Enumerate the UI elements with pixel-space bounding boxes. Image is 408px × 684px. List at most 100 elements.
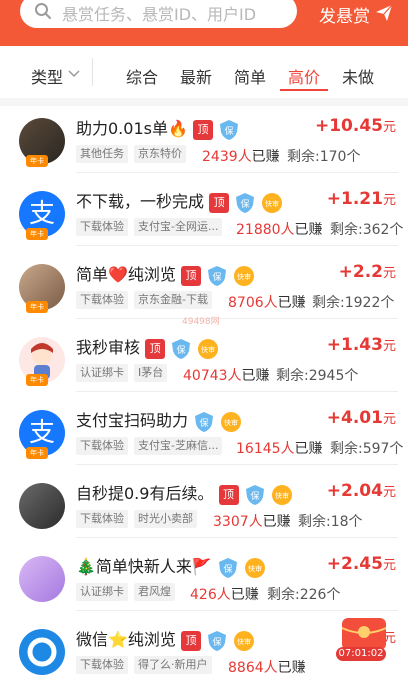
task-tags: 认证绑卡 君风煌: [76, 583, 181, 601]
svg-text:快审: 快审: [201, 345, 215, 354]
post-reward-button[interactable]: 发悬赏: [319, 2, 370, 27]
task-title-text: 🎄简单快新人来🚩: [76, 557, 212, 576]
task-tags: 下载体验 支付宝-芝麻信...: [76, 437, 228, 455]
remaining-count: 剩余:18个: [298, 514, 363, 530]
task-row[interactable]: 自秒提0.9有后续。 顶 保 快审 下载体验 时光小卖部 3307人已赚 剩余:1…: [0, 465, 408, 538]
svg-text:保: 保: [241, 198, 250, 210]
tag-app: 君风煌: [134, 583, 175, 601]
remaining-count: 剩余:1922个: [312, 295, 395, 311]
svg-text:保: 保: [213, 271, 222, 283]
task-title: 支付宝扫码助力 保 快审: [76, 407, 242, 433]
task-row[interactable]: 支 年卡 不下载，一秒完成 顶 保 快审 下载体验 支付宝-全网运... 2188…: [0, 173, 408, 246]
divider: [92, 58, 93, 86]
task-title-text: 微信⭐纯浏览: [76, 630, 176, 649]
year-card-badge: 年卡: [26, 447, 48, 459]
quick-review-icon: 快审: [271, 484, 293, 506]
svg-text:保: 保: [177, 344, 186, 356]
tag-category: 认证绑卡: [76, 583, 128, 601]
task-title-text: 我秒审核: [76, 338, 141, 357]
earned-number: 21880人: [236, 222, 295, 238]
type-dropdown[interactable]: 类型: [31, 64, 63, 88]
task-title-text: 自秒提0.9有后续。: [76, 484, 214, 503]
task-row[interactable]: 年卡 助力0.01s单🔥 顶 保 其他任务 京东特价 2439人已赚 剩余:170…: [0, 100, 408, 173]
earned-number: 16145人: [236, 441, 295, 457]
price-unit: 元: [382, 485, 396, 500]
task-title: 简单❤️纯浏览 顶 保 快审: [76, 261, 255, 287]
paper-plane-icon[interactable]: [375, 4, 393, 22]
shield-icon: 保: [218, 119, 240, 141]
earned-count: 8706人已赚: [228, 292, 306, 312]
svg-text:保: 保: [213, 636, 222, 648]
price-value: +2.2: [338, 262, 383, 282]
shield-icon: 保: [170, 338, 192, 360]
task-tags: 下载体验 时光小卖部: [76, 510, 203, 528]
earned-number: 8706人: [228, 295, 278, 311]
remaining-count: 剩余:170个: [287, 149, 361, 165]
tag-app: 支付宝-芝麻信...: [134, 437, 223, 455]
reward-price: +2.45元: [327, 554, 396, 574]
tag-app: 得了么·新用户: [134, 656, 212, 674]
price-unit: 元: [382, 412, 396, 427]
task-row[interactable]: 年卡 我秒审核 顶 保 快审 认证绑卡 I茅台 40743人已赚 剩余:2945个…: [0, 319, 408, 392]
price-unit: 元: [382, 266, 396, 281]
tag-app: 京东金融-下载: [134, 291, 212, 309]
remaining-count: 剩余:362个: [330, 222, 404, 238]
earned-count: 40743人已赚: [183, 365, 270, 385]
earned-suffix: 已赚: [277, 660, 306, 676]
tab-simple[interactable]: 简单: [234, 64, 266, 88]
top-badge: 顶: [218, 484, 239, 505]
task-title-text: 助力0.01s单🔥: [76, 119, 188, 138]
earned-suffix: 已赚: [262, 514, 291, 530]
tag-app: 时光小卖部: [134, 510, 197, 528]
task-tags: 下载体验 支付宝-全网运...: [76, 218, 228, 236]
svg-text:保: 保: [250, 490, 259, 502]
earned-suffix: 已赚: [241, 368, 270, 384]
earned-number: 426人: [190, 587, 231, 603]
task-row[interactable]: 🎄简单快新人来🚩 保 快审 认证绑卡 君风煌 426人已赚 剩余:226个 +2.…: [0, 538, 408, 611]
tag-category: 下载体验: [76, 656, 128, 674]
svg-text:快审: 快审: [237, 272, 251, 281]
svg-text:快审: 快审: [224, 418, 238, 427]
price-value: +10.45: [314, 116, 383, 136]
task-title-text: 支付宝扫码助力: [76, 411, 189, 430]
price-unit: 元: [382, 558, 396, 573]
task-row[interactable]: 支 年卡 支付宝扫码助力 保 快审 下载体验 支付宝-芝麻信... 16145人已…: [0, 392, 408, 465]
earned-suffix: 已赚: [294, 441, 323, 457]
tab-newest[interactable]: 最新: [180, 64, 212, 88]
reward-price: +2.04元: [327, 481, 396, 501]
tab-not-done[interactable]: 未做: [342, 64, 374, 88]
filter-bar: 类型 综合 最新 简单 高价 未做: [0, 46, 408, 98]
earned-number: 8864人: [228, 660, 278, 676]
tab-high-price[interactable]: 高价: [288, 64, 320, 88]
quick-review-icon: 快审: [244, 557, 266, 579]
shield-icon: 保: [206, 265, 228, 287]
svg-text:保: 保: [200, 417, 209, 429]
reward-price: +1.21元: [327, 189, 396, 209]
task-title: 自秒提0.9有后续。 顶 保 快审: [76, 480, 293, 506]
tab-overall[interactable]: 综合: [126, 64, 158, 88]
shield-icon: 保: [206, 630, 228, 652]
earned-suffix: 已赚: [251, 149, 280, 165]
earned-number: 40743人: [183, 368, 242, 384]
search-icon: [35, 3, 51, 19]
price-unit: 元: [382, 193, 396, 208]
quick-review-icon: 快审: [197, 338, 219, 360]
task-row[interactable]: 年卡 简单❤️纯浏览 顶 保 快审 下载体验 京东金融-下载 8706人已赚 剩余…: [0, 246, 408, 319]
top-badge: 顶: [181, 630, 202, 651]
earned-number: 2439人: [202, 149, 252, 165]
search-input[interactable]: 悬赏任务、悬赏ID、用户ID: [20, 0, 297, 28]
price-value: +2.45: [326, 554, 383, 574]
tag-category: 下载体验: [76, 291, 128, 309]
search-placeholder: 悬赏任务、悬赏ID、用户ID: [62, 5, 257, 24]
task-title: 我秒审核 顶 保 快审: [76, 334, 219, 360]
tag-app: I茅台: [134, 364, 168, 382]
price-value: +2.04: [326, 481, 383, 501]
svg-text:快审: 快审: [265, 199, 279, 208]
task-title-text: 简单❤️纯浏览: [76, 265, 176, 284]
active-tab-underline: [280, 89, 328, 91]
task-title: 助力0.01s单🔥 顶 保: [76, 115, 240, 141]
task-title: 不下载，一秒完成 顶 保 快审: [76, 188, 283, 214]
tag-category: 下载体验: [76, 510, 128, 528]
earned-suffix: 已赚: [277, 295, 306, 311]
svg-text:快审: 快审: [248, 564, 262, 573]
